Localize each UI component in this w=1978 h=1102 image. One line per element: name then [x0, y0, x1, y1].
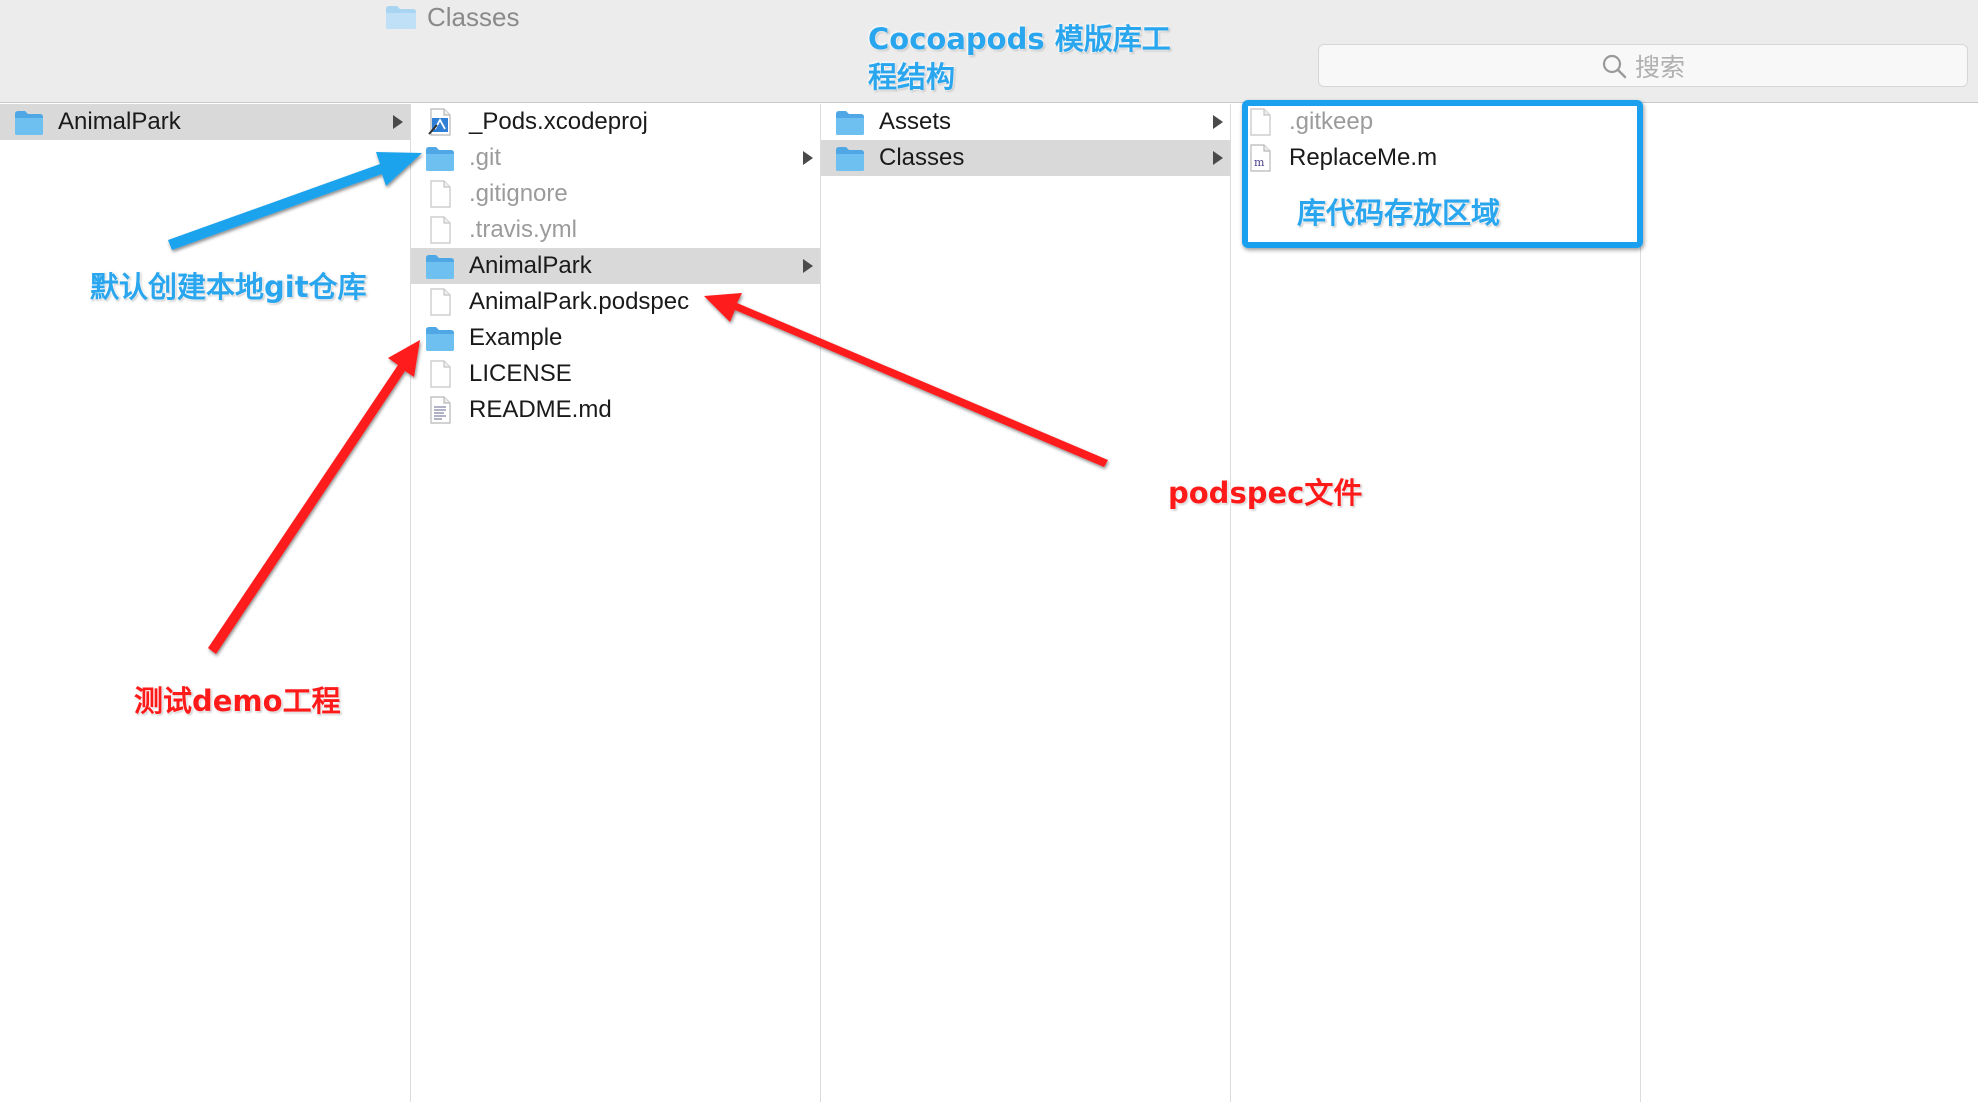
annotation-template-structure: Cocoapods 模版库工 程结构: [868, 22, 1171, 94]
file-list-item[interactable]: _Pods.xcodeproj: [411, 104, 820, 140]
folder-icon: [425, 324, 455, 352]
file-list-item[interactable]: AnimalPark: [0, 104, 410, 140]
folder-icon: [425, 252, 455, 280]
window-title: Classes: [385, 2, 519, 32]
file-list-item[interactable]: README.md: [411, 392, 820, 428]
disclosure-arrow-icon: [802, 258, 814, 274]
file-name-label: AnimalPark: [58, 108, 181, 135]
file-icon: [425, 360, 455, 388]
disclosure-arrow-icon: [1212, 114, 1224, 130]
annotation-podspec-file: podspec文件: [1168, 476, 1363, 510]
file-icon: [425, 216, 455, 244]
folder-icon: [14, 108, 44, 136]
file-name-label: AnimalPark.podspec: [469, 288, 690, 315]
file-list-item[interactable]: LICENSE: [411, 356, 820, 392]
search-placeholder: 搜索: [1634, 53, 1685, 82]
folder-icon: [835, 144, 865, 172]
annotation-demo-project: 测试demo工程: [134, 684, 341, 718]
annotation-code-area: 库代码存放区域: [1297, 196, 1501, 230]
file-icon: [425, 180, 455, 208]
disclosure-arrow-icon: [392, 114, 404, 130]
file-list-item[interactable]: .git: [411, 140, 820, 176]
text-file-icon: [425, 396, 455, 424]
file-name-label: LICENSE: [469, 360, 572, 387]
file-list-item[interactable]: AnimalPark.podspec: [411, 284, 820, 320]
file-name-label: _Pods.xcodeproj: [469, 108, 648, 135]
file-name-label: .travis.yml: [469, 216, 577, 243]
file-name-label: .gitignore: [469, 180, 568, 207]
xcodeproj-icon: [425, 108, 455, 136]
file-list-item[interactable]: .travis.yml: [411, 212, 820, 248]
disclosure-arrow-icon: [1212, 150, 1224, 166]
file-list-item[interactable]: .gitignore: [411, 176, 820, 212]
file-list-item[interactable]: AnimalPark: [411, 248, 820, 284]
file-list-item[interactable]: Example: [411, 320, 820, 356]
file-list-item[interactable]: Classes: [821, 140, 1230, 176]
finder-column-4[interactable]: .gitkeep m ReplaceMe.m: [1231, 104, 1641, 1102]
file-name-label: .git: [469, 144, 502, 171]
finder-column-3[interactable]: Assets Classes: [821, 104, 1231, 1102]
folder-icon: [835, 108, 865, 136]
finder-column-2[interactable]: _Pods.xcodeproj .git .gitignore .travis.yml…: [411, 104, 821, 1102]
file-name-label: Classes: [879, 144, 965, 171]
window-title-text: Classes: [427, 1, 520, 32]
file-name-label: README.md: [469, 396, 612, 423]
file-icon: [425, 288, 455, 316]
annotation-git-repo: 默认创建本地git仓库: [90, 270, 367, 304]
folder-icon: [386, 6, 416, 29]
finder-column-1[interactable]: AnimalPark: [0, 104, 411, 1102]
folder-icon: [425, 144, 455, 172]
search-field[interactable]: 搜索: [1318, 44, 1968, 87]
disclosure-arrow-icon: [802, 150, 814, 166]
file-name-label: AnimalPark: [469, 252, 592, 279]
file-name-label: Example: [469, 324, 563, 351]
file-list-item[interactable]: Assets: [821, 104, 1230, 140]
search-icon: [1602, 54, 1627, 78]
file-name-label: Assets: [879, 108, 952, 135]
